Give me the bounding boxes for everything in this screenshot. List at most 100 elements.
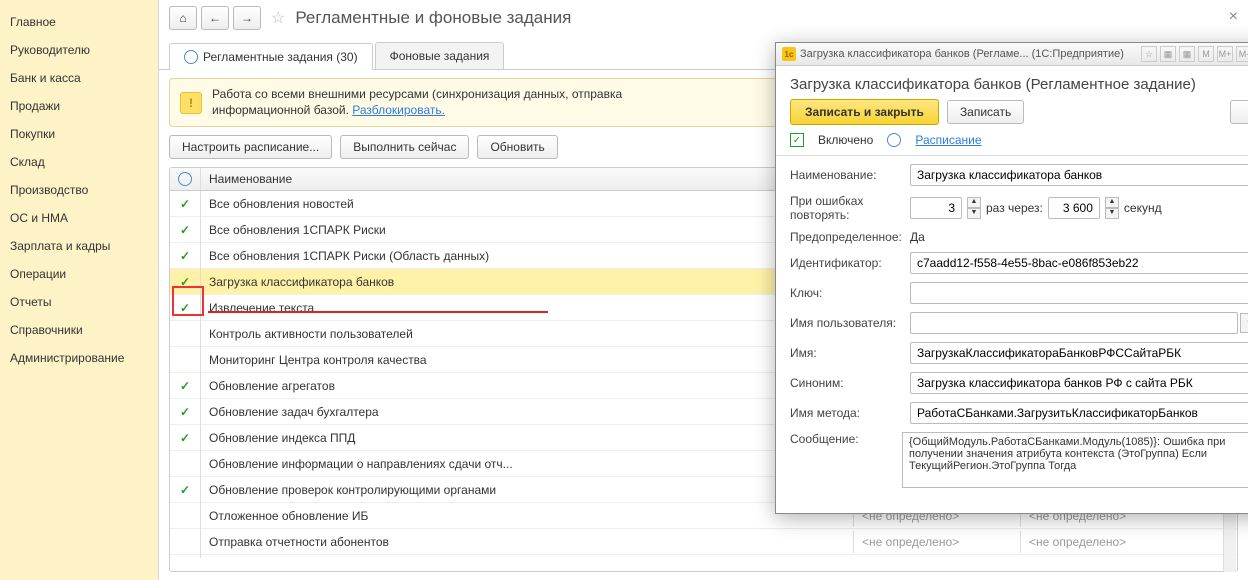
mem-mminus[interactable]: M- [1236,46,1248,62]
check-icon: ✓ [180,197,190,211]
back-button[interactable]: ← [201,6,229,30]
label: Идентификатор: [790,256,902,270]
sidebar-item[interactable]: Склад [0,148,158,176]
sidebar-item[interactable]: Справочники [0,316,158,344]
spin-up[interactable]: ▲ [1105,197,1119,208]
run-now-button[interactable]: Выполнить сейчас [340,135,469,159]
iname-field[interactable] [910,342,1248,364]
name-field[interactable] [910,164,1248,186]
check-icon: ✓ [180,301,190,315]
tool-icon[interactable]: ▦ [1179,46,1195,62]
row-name: Отложенное обновление ИБ [201,505,854,527]
help-button[interactable]: ? [1230,100,1248,124]
app-logo-icon: 1c [782,47,796,61]
tab-background[interactable]: Фоновые задания [375,42,505,69]
form: Наименование: При ошибках повторять: ▲▼ … [776,156,1248,496]
retry-sec-field[interactable] [1048,197,1100,219]
main: ⌂ ← → ☆ Регламентные и фоновые задания ×… [159,0,1248,580]
save-close-button[interactable]: Записать и закрыть [790,99,939,125]
home-button[interactable]: ⌂ [169,6,197,30]
enabled-checkbox[interactable]: ✓ [790,133,804,147]
toolbar: ⌂ ← → ☆ Регламентные и фоновые задания × [159,0,1248,36]
sidebar-item[interactable]: Отчеты [0,288,158,316]
predef-value: Да [910,230,1248,244]
globe-icon [184,50,198,64]
user-field[interactable] [910,312,1238,334]
tab-scheduled[interactable]: Регламентные задания (30) [169,43,373,70]
row-name: Все обновления 1СПАРК Риски (Область дан… [201,245,854,267]
check-icon: ✓ [180,223,190,237]
sidebar-item[interactable]: Продажи [0,92,158,120]
row-name: Извлечение текста [201,297,854,319]
sidebar-item[interactable]: Покупки [0,120,158,148]
row-name: Обновление информации о направлениях сда… [201,453,854,475]
check-icon: ✓ [180,405,190,419]
row-name: Обновление агрегатов [201,375,854,397]
label: Имя: [790,346,902,360]
label: Имя пользователя: [790,316,902,330]
forward-button[interactable]: → [233,6,261,30]
sidebar-item[interactable]: Банк и касса [0,64,158,92]
label: Имя метода: [790,406,902,420]
sidebar-item[interactable]: Главное [0,8,158,36]
spin-down[interactable]: ▼ [967,208,981,219]
row-state: <не определено> [854,531,1021,553]
row-name: Все обновления новостей [201,193,854,215]
clock-icon [887,133,901,147]
tab-label: Регламентные задания (30) [203,50,358,64]
col-name[interactable]: Наименование [201,168,854,190]
save-button[interactable]: Записать [947,100,1024,124]
label: секунд [1124,201,1162,215]
schedule-link[interactable]: Расписание [915,133,981,147]
sidebar-item[interactable]: Производство [0,176,158,204]
sidebar: Главное Руководителю Банк и касса Продаж… [0,0,159,580]
unlock-link[interactable]: Разблокировать. [352,103,445,117]
favorite-icon[interactable]: ☆ [271,8,285,28]
dialog-title: Загрузка классификатора банков (Регламен… [776,66,1248,99]
label: При ошибках повторять: [790,194,902,222]
check-icon: ✓ [180,483,190,497]
row-name: Обновление индекса ППД [201,427,854,449]
dialog-titlebar[interactable]: 1c Загрузка классификатора банков (Регла… [776,43,1248,66]
row-name: Загрузка классификатора банков [201,271,854,293]
sidebar-item[interactable]: ОС и НМА [0,204,158,232]
sidebar-item[interactable]: Администрирование [0,344,158,372]
method-field[interactable] [910,402,1248,424]
mem-m[interactable]: M [1198,46,1214,62]
syn-field[interactable] [910,372,1248,394]
row-name: Обновление задач бухгалтера [201,401,854,423]
sidebar-item[interactable]: Операции [0,260,158,288]
message-box[interactable]: {ОбщийМодуль.РаботаСБанками.Модуль(1085)… [902,432,1248,488]
spin-up[interactable]: ▲ [967,197,981,208]
mem-mplus[interactable]: M+ [1217,46,1233,62]
retry-count-field[interactable] [910,197,962,219]
row-name: Контроль активности пользователей [201,323,854,345]
check-icon: ✓ [180,379,190,393]
tool-icon[interactable]: ☆ [1141,46,1157,62]
label: раз через: [986,201,1043,215]
page-title: Регламентные и фоновые задания [295,8,571,28]
globe-icon [178,172,192,186]
window-title: Загрузка классификатора банков (Регламе.… [800,48,1124,60]
label: Ключ: [790,286,902,300]
check-icon: ✓ [180,275,190,289]
row-name: Все обновления 1СПАРК Риски [201,219,854,241]
row-name: Мониторинг Центра контроля качества [201,349,854,371]
sidebar-item[interactable]: Руководителю [0,36,158,64]
row-name: Обновление проверок контролирующими орга… [201,479,854,501]
table-row[interactable]: Отправка отчетности абонентов<не определ… [170,529,1237,555]
dialog: 1c Загрузка классификатора банков (Регла… [775,42,1248,514]
close-page-button[interactable]: × [1229,8,1238,26]
key-field[interactable] [910,282,1248,304]
tool-icon[interactable]: ▦ [1160,46,1176,62]
dropdown-icon[interactable]: ▾ [1240,313,1248,333]
enabled-label: Включено [818,133,873,147]
refresh-button[interactable]: Обновить [477,135,557,159]
id-field[interactable] [910,252,1248,274]
label: Предопределенное: [790,230,902,244]
sidebar-item[interactable]: Зарплата и кадры [0,232,158,260]
label: Синоним: [790,376,902,390]
schedule-button[interactable]: Настроить расписание... [169,135,332,159]
spin-down[interactable]: ▼ [1105,208,1119,219]
warning-icon: ! [180,92,202,114]
